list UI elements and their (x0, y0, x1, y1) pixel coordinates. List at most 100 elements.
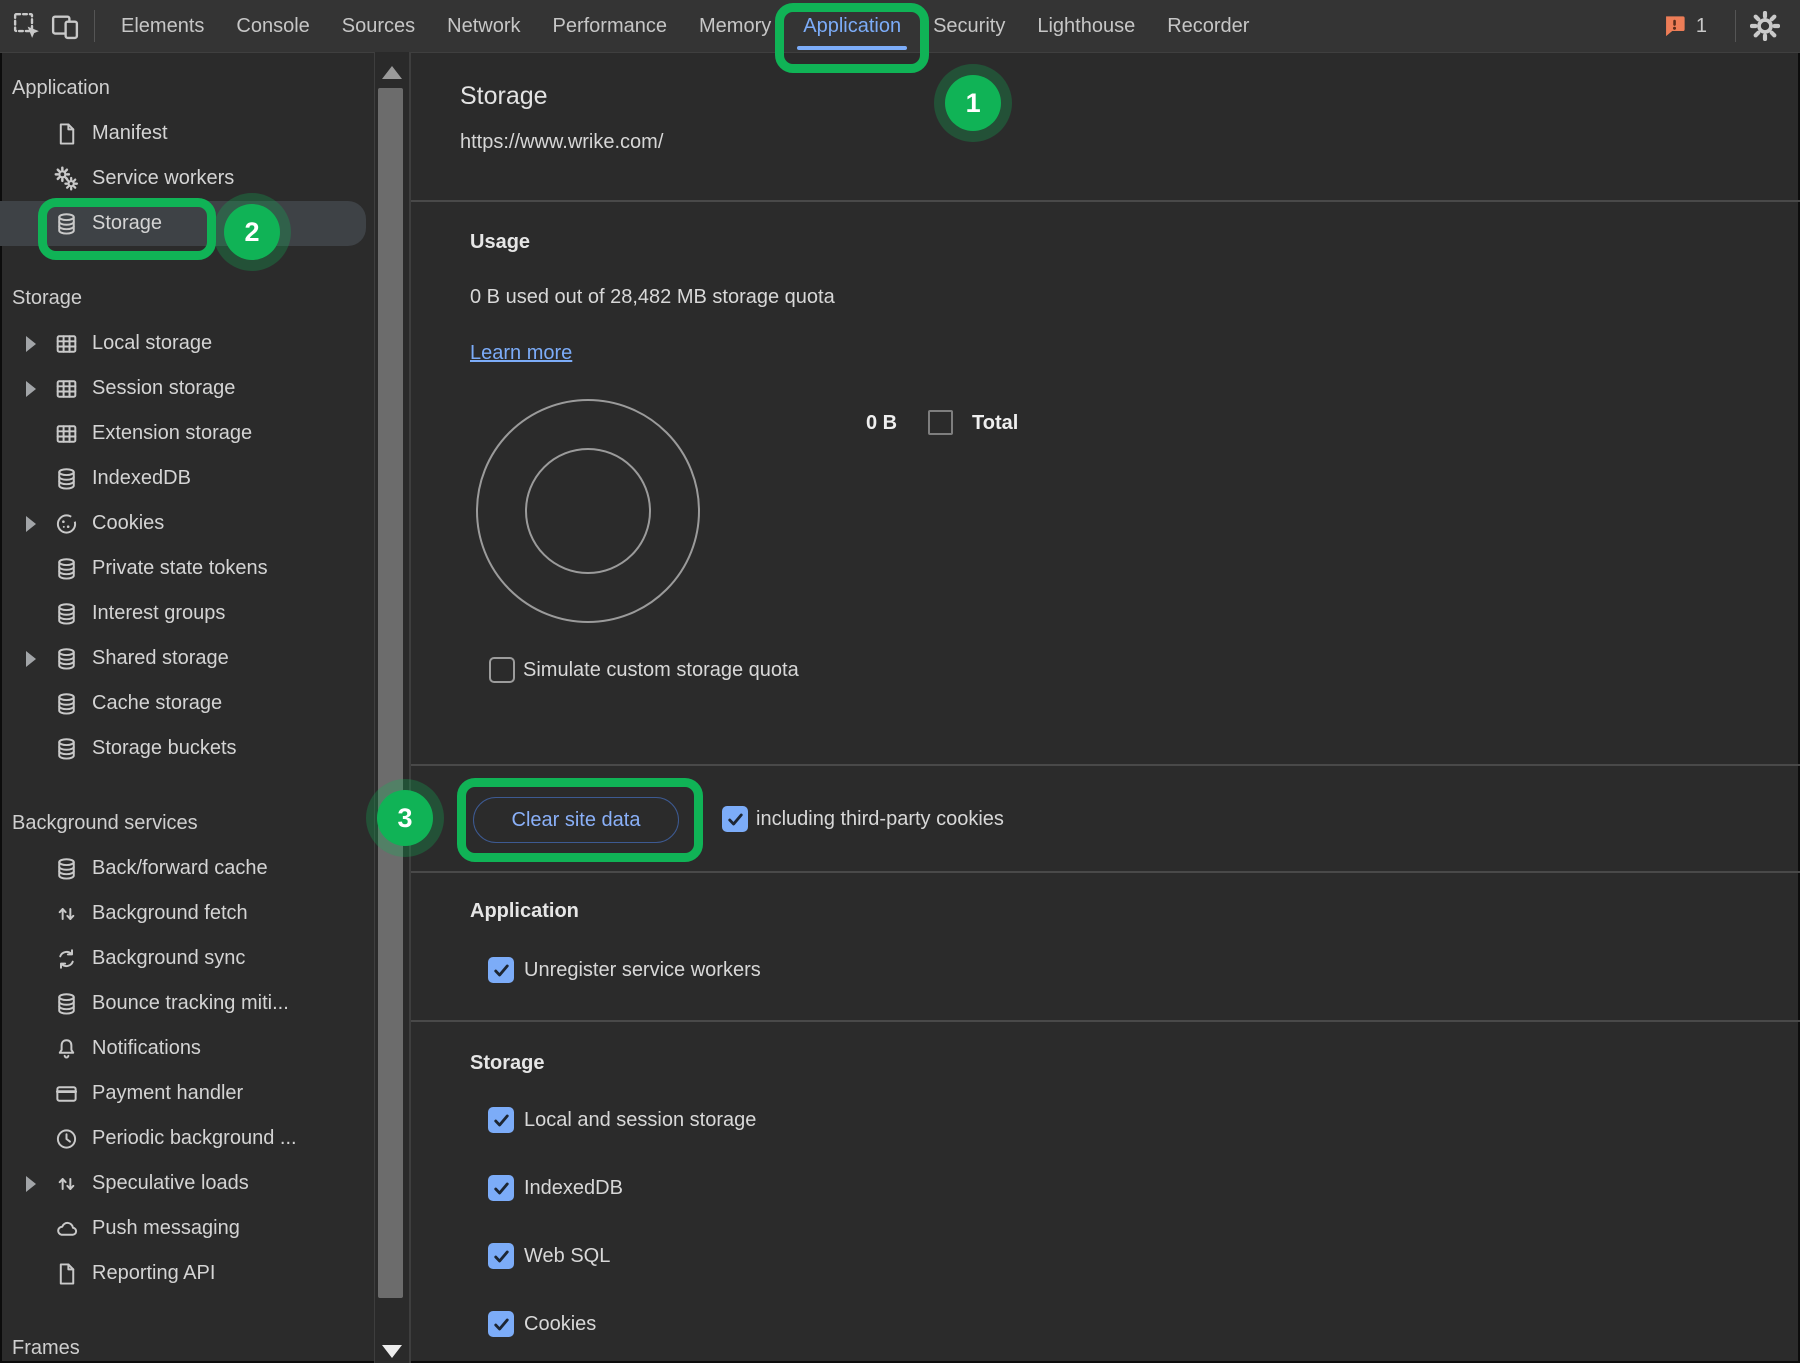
toolbar-right-group: 1 (1661, 7, 1800, 45)
card-icon (53, 1080, 80, 1107)
checkbox-web-sql[interactable] (488, 1243, 514, 1269)
sidebar-scrollbar[interactable] (374, 52, 411, 1363)
tab-network[interactable]: Network (431, 0, 536, 52)
sidebar-item-cookies[interactable]: Cookies (0, 501, 374, 546)
checkbox-indexeddb[interactable] (488, 1175, 514, 1201)
sidebar-item-label: Periodic background ... (92, 1127, 297, 1150)
sidebar-item-service-workers[interactable]: Service workers (0, 156, 374, 201)
database-icon (53, 210, 80, 237)
sidebar-item-label: Storage (92, 212, 162, 235)
tab-memory[interactable]: Memory (683, 0, 787, 52)
tab-performance[interactable]: Performance (537, 0, 684, 52)
issues-icon (1661, 13, 1688, 40)
sidebar-item-background-sync[interactable]: Background sync (0, 936, 374, 981)
sidebar-item-cache-storage[interactable]: Cache storage (0, 681, 374, 726)
third-party-cookies-checkbox[interactable] (722, 806, 748, 832)
application-panel-sidebar: ApplicationManifestService workersStorag… (0, 52, 374, 1363)
third-party-cookies-label: including third-party cookies (756, 806, 1004, 832)
sidebar-item-reporting-api[interactable]: Reporting API (0, 1251, 374, 1296)
disclosure-triangle-icon[interactable] (26, 651, 36, 667)
sidebar-item-local-storage[interactable]: Local storage (0, 321, 374, 366)
storage-view (411, 52, 1800, 1363)
simulate-quota-checkbox[interactable] (489, 657, 515, 683)
sidebar-item-label: Bounce tracking miti... (92, 992, 289, 1015)
sidebar-item-speculative-loads[interactable]: Speculative loads (0, 1161, 374, 1206)
scrollbar-thumb[interactable] (378, 88, 403, 1298)
unregister-service-workers-checkbox[interactable] (488, 957, 514, 983)
sidebar-item-background-fetch[interactable]: Background fetch (0, 891, 374, 936)
sidebar-item-bounce-tracking-miti[interactable]: Bounce tracking miti... (0, 981, 374, 1026)
database-icon (53, 465, 80, 492)
tab-lighthouse[interactable]: Lighthouse (1021, 0, 1151, 52)
disclosure-triangle-icon[interactable] (26, 336, 36, 352)
checkbox-label: Web SQL (524, 1243, 610, 1269)
sidebar-item-label: Extension storage (92, 422, 252, 445)
tab-sources[interactable]: Sources (326, 0, 431, 52)
sidebar-item-indexeddb[interactable]: IndexedDB (0, 456, 374, 501)
device-toolbar-icon[interactable] (46, 7, 84, 45)
sync-icon (53, 945, 80, 972)
sidebar-item-label: Session storage (92, 377, 235, 400)
sidebar-item-push-messaging[interactable]: Push messaging (0, 1206, 374, 1251)
devtools-toolbar: Elements Console SourcesNetwork Performance… (0, 0, 1800, 53)
divider (411, 200, 1800, 202)
table-icon (53, 330, 80, 357)
tab-label: Console (236, 15, 309, 38)
checkbox-label: Local and session storage (524, 1107, 756, 1133)
clear-site-data-button[interactable]: Clear site data (473, 797, 679, 843)
sidebar-item-label: Interest groups (92, 602, 225, 625)
simulate-quota-label: Simulate custom storage quota (523, 657, 799, 683)
tab-label: Elements (121, 15, 204, 38)
sidebar-item-notifications[interactable]: Notifications (0, 1026, 374, 1071)
learn-more-link[interactable]: Learn more (470, 342, 572, 365)
divider (411, 871, 1800, 873)
devtools-window: Elements Console SourcesNetwork Performance… (0, 0, 1800, 1363)
sidebar-item-label: Back/forward cache (92, 857, 268, 880)
tab-label: Performance (553, 15, 668, 38)
sidebar-item-manifest[interactable]: Manifest (0, 111, 374, 156)
disclosure-triangle-icon[interactable] (26, 516, 36, 532)
sidebar-item-session-storage[interactable]: Session storage (0, 366, 374, 411)
tab-label: Memory (699, 15, 771, 38)
gear-icon[interactable] (1746, 7, 1784, 45)
database-icon (53, 735, 80, 762)
scrollbar-down-arrow-icon[interactable] (382, 1345, 402, 1358)
sidebar-item-private-state-tokens[interactable]: Private state tokens (0, 546, 374, 591)
tab-elements[interactable]: Elements (105, 0, 220, 52)
sidebar-item-payment-handler[interactable]: Payment handler (0, 1071, 374, 1116)
sidebar-item-storage-buckets[interactable]: Storage buckets (0, 726, 374, 771)
sidebar-item-storage[interactable]: Storage (0, 201, 366, 246)
usage-quota-text: 0 B used out of 28,482 MB storage quota (470, 286, 835, 309)
issues-button[interactable]: 1 (1661, 13, 1707, 40)
inspect-element-icon[interactable] (8, 7, 46, 45)
sidebar-item-back-forward-cache[interactable]: Back/forward cache (0, 846, 374, 891)
tab-console[interactable]: Console (220, 0, 325, 52)
sidebar-item-periodic-background[interactable]: Periodic background ... (0, 1116, 374, 1161)
cloud-icon (53, 1215, 80, 1242)
sidebar-item-interest-groups[interactable]: Interest groups (0, 591, 374, 636)
tab-application[interactable]: Application (787, 0, 917, 52)
scrollbar-up-arrow-icon[interactable] (382, 66, 402, 79)
sidebar-item-label: Reporting API (92, 1262, 215, 1285)
sidebar-item-label: Private state tokens (92, 557, 268, 580)
sidebar-item-extension-storage[interactable]: Extension storage (0, 411, 374, 456)
checkbox-local-and-session-storage[interactable] (488, 1107, 514, 1133)
cookie-icon (53, 510, 80, 537)
sidebar-item-label: Local storage (92, 332, 212, 355)
gears-icon (53, 165, 80, 192)
sidebar-item-label: Background fetch (92, 902, 248, 925)
disclosure-triangle-icon[interactable] (26, 381, 36, 397)
sidebar-item-label: Notifications (92, 1037, 201, 1060)
sidebar-item-label: Service workers (92, 167, 234, 190)
checkbox-cookies[interactable] (488, 1311, 514, 1337)
storage-section-heading: Storage (470, 1052, 544, 1075)
database-icon (53, 855, 80, 882)
tab-label: Security (933, 15, 1005, 38)
sidebar-item-shared-storage[interactable]: Shared storage (0, 636, 374, 681)
database-icon (53, 990, 80, 1017)
issues-count: 1 (1696, 15, 1707, 38)
toolbar-separator (1735, 10, 1736, 42)
tab-recorder[interactable]: Recorder (1151, 0, 1265, 52)
tab-security[interactable]: Security (917, 0, 1021, 52)
disclosure-triangle-icon[interactable] (26, 1176, 36, 1192)
